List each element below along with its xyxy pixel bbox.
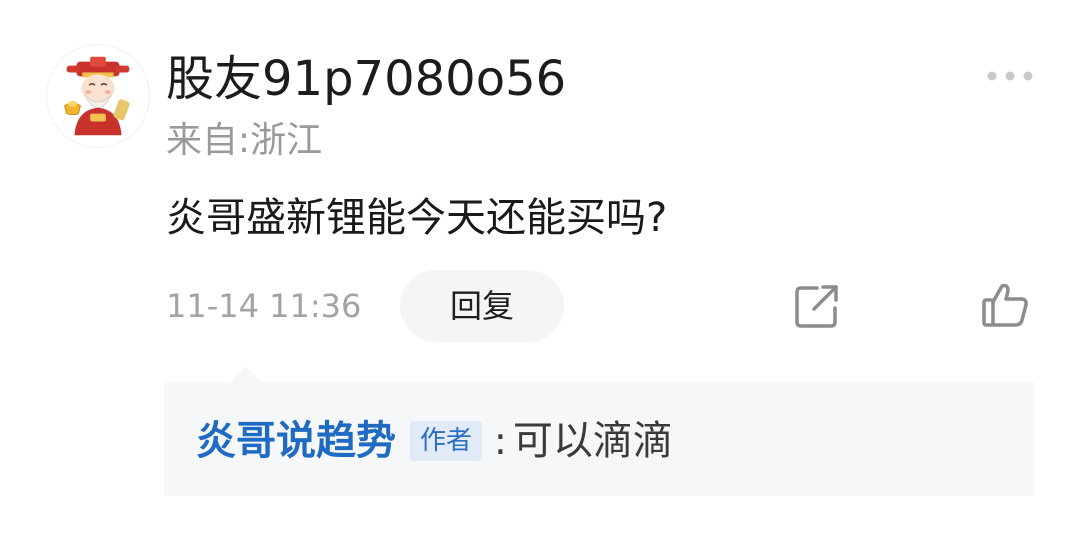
more-dots-icon[interactable] xyxy=(986,64,1034,88)
username[interactable]: 股友91p7080o56 xyxy=(166,50,566,108)
thumbs-up-icon[interactable] xyxy=(980,280,1030,330)
share-icon[interactable] xyxy=(793,282,841,330)
reply-button[interactable]: 回复 xyxy=(400,270,564,342)
location-label: 来自:浙江 xyxy=(166,120,323,161)
reply-box-pointer xyxy=(230,366,262,382)
author-reply-content: 炎哥说趋势 作者 : 可以滴滴 xyxy=(196,415,673,467)
timestamp: 11-14 11:36 xyxy=(166,287,362,325)
reply-text: 可以滴滴 xyxy=(512,418,673,464)
comment-text: 炎哥盛新锂能今天还能买吗? xyxy=(166,195,668,241)
fortune-god-avatar-icon xyxy=(64,56,130,136)
avatar[interactable] xyxy=(46,44,150,148)
author-reply-box[interactable]: 炎哥说趋势 作者 : 可以滴滴 xyxy=(164,382,1034,496)
reply-author-name[interactable]: 炎哥说趋势 xyxy=(196,415,396,467)
reply-separator: : xyxy=(494,419,507,463)
author-badge: 作者 xyxy=(410,421,483,461)
